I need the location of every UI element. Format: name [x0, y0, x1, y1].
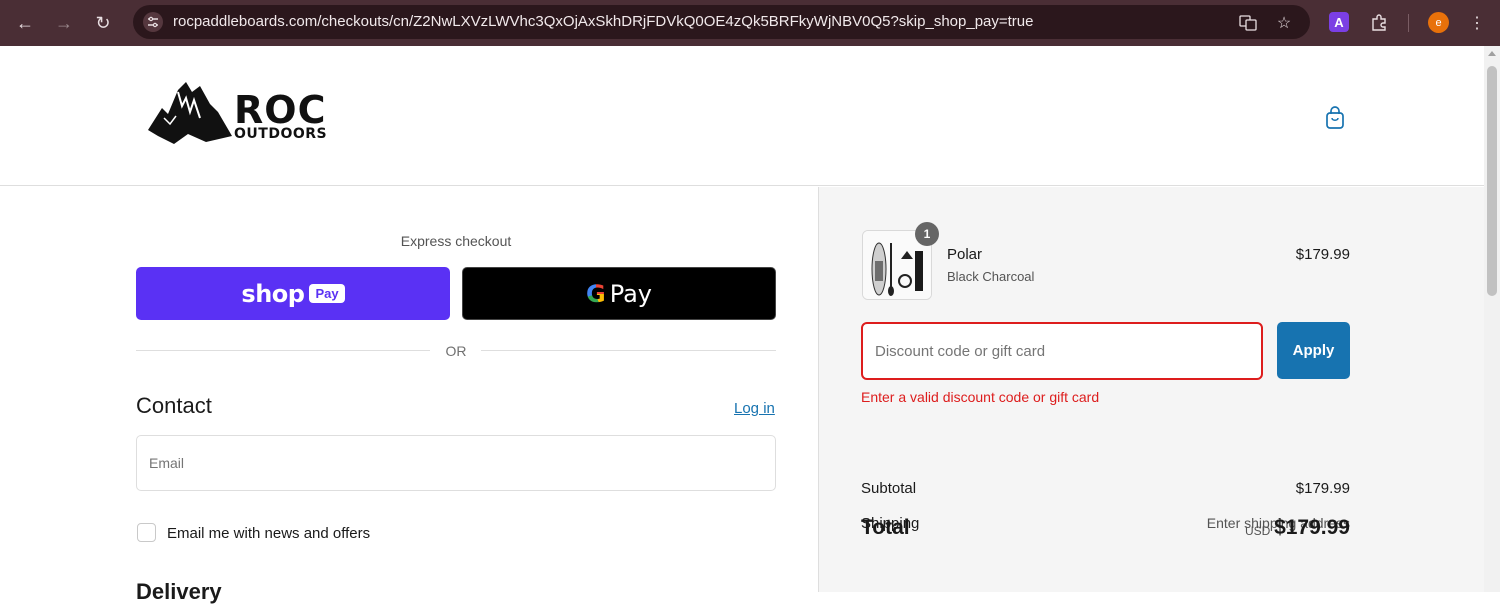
- page-scrollbar[interactable]: [1484, 46, 1500, 592]
- address-bar[interactable]: rocpaddleboards.com/checkouts/cn/Z2NwLXV…: [133, 5, 1310, 39]
- apply-discount-button[interactable]: Apply: [1277, 322, 1350, 379]
- menu-kebab-icon[interactable]: ⋮: [1464, 10, 1490, 36]
- google-pay-button[interactable]: G Pay: [462, 267, 776, 320]
- reload-icon[interactable]: ↻: [90, 10, 116, 36]
- newsletter-label[interactable]: Email me with news and offers: [167, 525, 370, 542]
- profile-avatar[interactable]: e: [1428, 12, 1449, 33]
- scrollbar-thumb[interactable]: [1487, 66, 1497, 296]
- or-text: OR: [445, 343, 467, 359]
- product-variant: Black Charcoal: [947, 269, 1035, 284]
- browser-toolbar: ← → ↻ rocpaddleboards.com/checkouts/cn/Z…: [0, 0, 1500, 46]
- shop-pay-wordmark: shop: [241, 279, 305, 308]
- toolbar-divider: [1408, 14, 1409, 32]
- mountain-logo-icon: [148, 82, 232, 144]
- newsletter-checkbox[interactable]: [137, 523, 156, 542]
- extension-icon[interactable]: A: [1329, 12, 1349, 32]
- translate-icon[interactable]: [1237, 12, 1259, 34]
- store-logo[interactable]: ROC OUTDOORS: [148, 78, 328, 148]
- extensions-puzzle-icon[interactable]: [1366, 10, 1392, 36]
- discount-error-message: Enter a valid discount code or gift card: [861, 389, 1100, 405]
- subtotal-label: Subtotal: [861, 480, 917, 497]
- product-name: Polar: [947, 246, 983, 263]
- discount-code-input[interactable]: [861, 322, 1263, 380]
- scroll-up-arrow-icon[interactable]: [1488, 51, 1496, 56]
- product-price: $179.99: [1295, 246, 1350, 263]
- total-currency: USD: [1245, 524, 1271, 538]
- shop-pay-button[interactable]: shop Pay: [136, 267, 450, 320]
- subtotal-value: $179.99: [1295, 480, 1350, 497]
- email-input[interactable]: [136, 435, 776, 491]
- order-summary: 1 Polar Black Charcoal $179.99 Apply Ent…: [818, 187, 1484, 592]
- bookmark-star-icon[interactable]: ☆: [1273, 12, 1295, 34]
- google-pay-label: Pay: [609, 279, 652, 308]
- subtotal-row: Subtotal $179.99: [861, 480, 1350, 497]
- forward-icon[interactable]: →: [51, 10, 77, 36]
- express-checkout-label: Express checkout: [400, 233, 512, 249]
- shopping-bag-icon[interactable]: [1324, 106, 1346, 130]
- contact-heading: Contact: [136, 393, 212, 418]
- delivery-heading: Delivery: [136, 579, 222, 604]
- total-label: Total: [861, 516, 910, 539]
- log-in-link[interactable]: Log in: [734, 400, 775, 417]
- store-header: ROC OUTDOORS: [0, 46, 1484, 186]
- site-settings-icon[interactable]: [143, 12, 163, 32]
- checkout-form: Express checkout shop Pay G Pay OR Conta…: [0, 187, 818, 604]
- back-icon[interactable]: ←: [12, 10, 38, 36]
- quantity-badge: 1: [915, 222, 939, 246]
- shop-pay-badge: Pay: [309, 284, 345, 303]
- logo-wordmark-outdoors: OUTDOORS: [234, 126, 328, 142]
- url-text[interactable]: rocpaddleboards.com/checkouts/cn/Z2NwLXV…: [173, 13, 1034, 30]
- google-g-icon: G: [585, 279, 606, 308]
- total-value: $179.99: [1274, 516, 1350, 539]
- checkout-page: ROC OUTDOORS Express checkout shop Pay G…: [0, 46, 1484, 604]
